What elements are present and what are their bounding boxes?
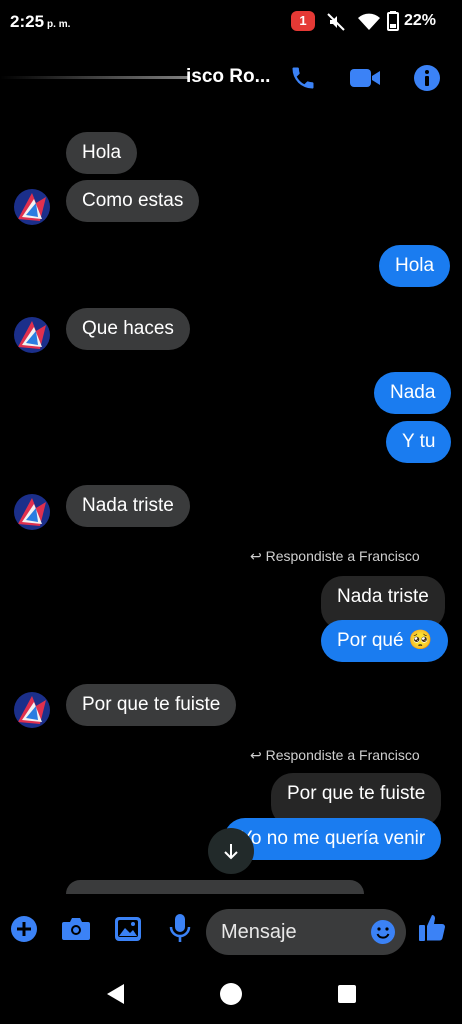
- more-actions-button[interactable]: [10, 915, 38, 948]
- nav-back-button[interactable]: [104, 982, 126, 1011]
- avatar-image: [14, 494, 50, 530]
- home-circle-icon: [220, 983, 242, 1005]
- camera-button[interactable]: [61, 916, 91, 947]
- message-bubble-outgoing[interactable]: Yo no me quería venir: [224, 818, 442, 860]
- message-bubble-incoming[interactable]: Hola: [66, 132, 138, 174]
- message-bubble-incoming[interactable]: Como estas: [66, 180, 200, 222]
- status-time-suffix: p. m.: [47, 19, 71, 30]
- recents-square-icon: [338, 985, 356, 1003]
- message-bubble-outgoing[interactable]: Y tu: [386, 421, 452, 463]
- info-button[interactable]: [409, 60, 445, 96]
- header-name-fade: [0, 76, 190, 79]
- wifi-icon: [358, 13, 380, 30]
- message-bubble-incoming[interactable]: Que haces: [66, 308, 190, 350]
- back-triangle-icon: [107, 984, 124, 1004]
- battery-icon: [387, 11, 399, 31]
- message-bubble-incoming[interactable]: Nada triste: [66, 485, 190, 527]
- avatar-image: [14, 317, 50, 353]
- message-bubble-incoming[interactable]: Por que te fuiste: [66, 684, 237, 726]
- microphone-icon: [169, 914, 191, 942]
- message-bubble-partial: [66, 880, 364, 894]
- emoji-button[interactable]: [370, 919, 396, 950]
- gallery-button[interactable]: [114, 916, 142, 947]
- status-time: 2:25 p. m.: [10, 12, 70, 32]
- video-camera-icon: [350, 69, 380, 87]
- plus-icon: [11, 916, 37, 942]
- contact-avatar[interactable]: [14, 317, 50, 353]
- phone-icon: [292, 67, 314, 89]
- notification-badge: 1: [291, 11, 315, 31]
- like-button[interactable]: [418, 913, 446, 948]
- video-call-button[interactable]: [347, 60, 383, 96]
- mute-icon: [327, 13, 345, 31]
- nav-recents-button[interactable]: [337, 984, 357, 1009]
- reply-indicator-text: Respondiste a Francisco: [265, 747, 420, 763]
- nav-home-button[interactable]: [219, 982, 243, 1011]
- status-bar: 2:25 p. m. 1 22%: [0, 0, 462, 44]
- contact-avatar[interactable]: [14, 692, 50, 728]
- voice-message-button[interactable]: [169, 913, 191, 948]
- avatar-image: [14, 692, 50, 728]
- camera-icon: [62, 918, 90, 940]
- image-icon: [115, 917, 141, 941]
- contact-avatar[interactable]: [14, 189, 50, 225]
- thumbs-up-icon: [419, 915, 445, 941]
- reply-arrow-icon: ↩: [250, 747, 262, 763]
- status-time-value: 2:25: [10, 12, 45, 31]
- message-bubble-outgoing[interactable]: Hola: [379, 245, 451, 287]
- emoji-icon: [371, 920, 395, 944]
- arrow-down-icon: [224, 844, 238, 860]
- reply-indicator: ↩ Respondiste a Francisco: [250, 548, 420, 565]
- message-bubble-outgoing[interactable]: Nada: [374, 372, 452, 414]
- composer-bar: [0, 895, 462, 965]
- system-nav-bar: [0, 966, 462, 1024]
- info-icon: [414, 65, 440, 91]
- scroll-to-bottom-button[interactable]: [208, 828, 254, 874]
- avatar-image: [14, 189, 50, 225]
- reply-indicator: ↩ Respondiste a Francisco: [250, 747, 420, 764]
- message-bubble-outgoing[interactable]: Por qué 🥺: [321, 620, 449, 662]
- reply-indicator-text: Respondiste a Francisco: [265, 548, 420, 564]
- conversation-header: isco Ro...: [0, 48, 462, 108]
- call-button[interactable]: [285, 60, 321, 96]
- contact-avatar[interactable]: [14, 494, 50, 530]
- reply-arrow-icon: ↩: [250, 548, 262, 564]
- battery-percentage: 22%: [404, 12, 437, 29]
- contact-name[interactable]: isco Ro...: [186, 66, 270, 88]
